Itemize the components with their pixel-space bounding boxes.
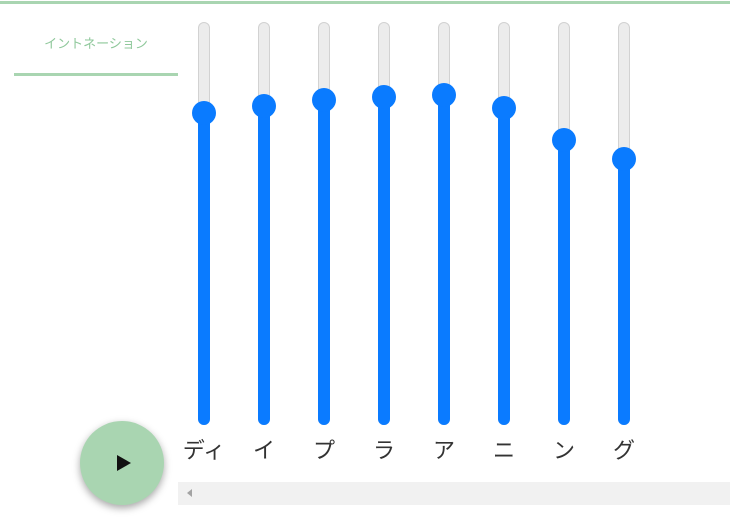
slider-thumb[interactable]: [192, 101, 216, 126]
slider-1[interactable]: ディ: [174, 0, 234, 480]
slider-5[interactable]: ア: [414, 0, 474, 480]
tab-intonation[interactable]: イントネーション: [14, 22, 178, 76]
slider-2[interactable]: イ: [234, 0, 294, 480]
slider-4[interactable]: ラ: [354, 0, 414, 480]
slider-thumb[interactable]: [432, 82, 456, 107]
slider-fill: [378, 96, 390, 425]
slider-label: ラ: [372, 439, 395, 464]
slider-label: ン: [552, 439, 575, 464]
scroll-left-arrow-icon[interactable]: [187, 489, 192, 497]
slider-thumb[interactable]: [492, 95, 516, 120]
slider-thumb[interactable]: [552, 128, 576, 153]
slider-track[interactable]: [432, 22, 456, 425]
slider-3[interactable]: プ: [294, 0, 354, 480]
slider-label: グ: [612, 439, 635, 464]
slider-6[interactable]: ニ: [474, 0, 534, 480]
slider-label: プ: [312, 439, 335, 464]
slider-fill: [318, 100, 330, 425]
slider-track[interactable]: [312, 22, 336, 425]
slider-track[interactable]: [612, 22, 636, 425]
horizontal-scrollbar[interactable]: [178, 482, 730, 505]
slider-label: イ: [252, 439, 275, 464]
slider-fill: [498, 107, 510, 425]
play-button[interactable]: [80, 421, 164, 505]
slider-label: ディ: [182, 439, 226, 464]
slider-track[interactable]: [252, 22, 276, 425]
slider-thumb[interactable]: [312, 88, 336, 113]
slider-label: ニ: [492, 439, 515, 464]
slider-area: ディ イ プ ラ ア ニ ン グ: [174, 0, 654, 480]
slider-7[interactable]: ン: [534, 0, 594, 480]
slider-fill: [258, 105, 270, 425]
slider-fill: [198, 113, 210, 425]
slider-fill: [438, 94, 450, 425]
slider-track[interactable]: [372, 22, 396, 425]
slider-8[interactable]: グ: [594, 0, 654, 480]
slider-track[interactable]: [192, 22, 216, 425]
slider-track[interactable]: [552, 22, 576, 425]
slider-track[interactable]: [492, 22, 516, 425]
slider-label: ア: [432, 439, 455, 464]
slider-fill: [558, 140, 570, 425]
play-icon: [116, 455, 131, 471]
slider-thumb[interactable]: [612, 147, 636, 172]
slider-thumb[interactable]: [252, 93, 276, 118]
slider-fill: [618, 159, 630, 425]
tab-label: イントネーション: [44, 37, 148, 52]
slider-thumb[interactable]: [372, 84, 396, 109]
